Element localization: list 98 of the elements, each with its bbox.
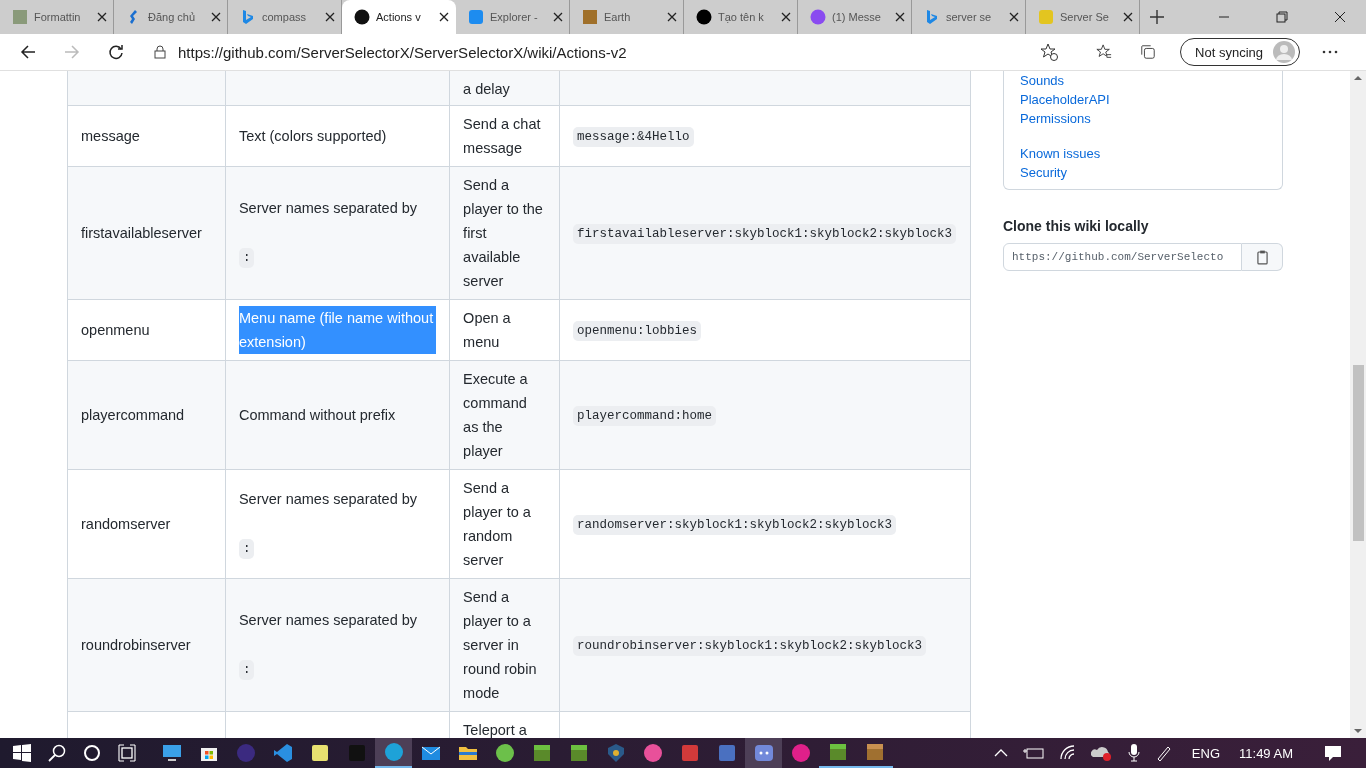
notification-icon[interactable] (1324, 744, 1342, 762)
inline-code: openmenu:lobbies (573, 321, 701, 341)
battery-icon[interactable] (1022, 747, 1045, 759)
scroll-down-icon[interactable] (1354, 728, 1362, 734)
monitor-icon (161, 743, 182, 763)
start-icon[interactable] (13, 744, 31, 762)
inline-code: randomserver:skyblock1:skyblock2:skyblock3 (573, 515, 897, 535)
url-text: https://github.com/ServerSelectorX/ServerSelectorX/wiki/Actions-v2 (178, 43, 628, 61)
inline-code: firstavailableserver:skyblock1:skyblock2:skyblock3 (573, 224, 957, 244)
add-favorite-icon[interactable] (1040, 43, 1059, 61)
new-tab-icon[interactable] (1150, 10, 1164, 24)
inline-code: : (238, 660, 255, 680)
table-cell: playercommand (81, 407, 185, 423)
table-cell-text: Server names separated by (238, 611, 418, 630)
table-cell: Send a chat message (463, 116, 541, 156)
close-icon[interactable] (1123, 12, 1133, 22)
back-icon[interactable] (20, 44, 36, 60)
tab-title: server se (946, 11, 993, 23)
table-cell: Send a player to the first available server (463, 177, 543, 289)
tab-title: compass (262, 11, 308, 23)
shield-icon (605, 743, 626, 763)
close-icon[interactable] (1009, 12, 1019, 22)
scrollbar[interactable] (1350, 71, 1366, 738)
table-cell: firstavailableserver (81, 225, 202, 241)
reload-icon[interactable] (108, 44, 124, 60)
table-cell: openmenu (81, 322, 150, 338)
browser-tab[interactable]: Actions v (342, 0, 456, 34)
collections-icon[interactable] (1140, 44, 1157, 60)
wiki-page-link[interactable]: Permissions (1020, 109, 1266, 128)
clone-heading: Clone this wiki locally (1003, 218, 1150, 234)
inline-code: : (238, 539, 255, 559)
inline-code: roundrobinserver:skyblock1:skyblock2:skyblock3 (573, 636, 927, 656)
tab-title: Actions v (376, 11, 422, 23)
microphone-icon[interactable] (1127, 744, 1140, 762)
table-cell: message (81, 128, 140, 144)
scrollbar-thumb[interactable] (1352, 365, 1364, 541)
inline-code: message:&4Hello (573, 127, 694, 147)
bing-icon (240, 9, 256, 25)
grass-block-icon (827, 742, 848, 762)
close-icon[interactable] (553, 12, 563, 22)
search-icon[interactable] (48, 744, 66, 762)
wiki-page-link[interactable]: Known issues (1020, 144, 1266, 163)
cloud-error-icon[interactable] (1090, 745, 1113, 761)
table-cell: Menu name (file name without extension) (238, 306, 437, 354)
tab-title: Đăng chủ (148, 11, 197, 23)
close-icon[interactable] (97, 12, 107, 22)
table-cell: a delay (463, 81, 510, 97)
scroll-up-icon[interactable] (1354, 75, 1362, 81)
chevron-up-icon[interactable] (993, 749, 1008, 757)
avatar-icon (1273, 41, 1295, 63)
table-cell: Teleport a (463, 722, 527, 738)
copy-button[interactable] (1242, 243, 1283, 271)
close-icon[interactable] (781, 12, 791, 22)
grass-block-icon (531, 743, 552, 763)
table-cell: roundrobinserver (81, 637, 191, 653)
close-icon[interactable] (1334, 11, 1346, 23)
favorites-icon[interactable] (1096, 44, 1113, 60)
restore-icon[interactable] (1276, 11, 1288, 23)
table-cell: Execute a command as the player (463, 371, 528, 459)
tab-title: (1) Messe (832, 11, 882, 23)
cortana-icon[interactable] (83, 744, 101, 762)
close-icon[interactable] (325, 12, 335, 22)
table-cell: Open a menu (463, 310, 511, 350)
clock[interactable]: 11:49 AM (1239, 745, 1293, 761)
close-icon[interactable] (211, 12, 221, 22)
clipboard-icon (1256, 249, 1268, 265)
close-icon[interactable] (667, 12, 677, 22)
wiki-page-link[interactable]: Security (1020, 163, 1266, 182)
inline-code: playercommand:home (573, 406, 716, 426)
table-cell-text: Server names separated by (238, 490, 418, 509)
table-cell-text: Command without prefix (238, 406, 396, 425)
tab-title: Server Se (1060, 11, 1110, 23)
code-editor-icon (272, 743, 293, 763)
sync-button[interactable]: Not syncing (1180, 38, 1300, 66)
table-cell-text: Server names separated by (238, 199, 418, 218)
grass-block-icon (568, 743, 589, 763)
table-cell: Send a player to a server in round robin mode (463, 589, 537, 701)
close-icon[interactable] (439, 12, 449, 22)
lock-icon (154, 45, 166, 59)
clone-url-field[interactable]: https://github.com/ServerSelecto (1003, 243, 1242, 271)
wiki-page-link[interactable]: PlaceholderAPI (1020, 90, 1266, 109)
tab-title: Formattin (34, 11, 82, 23)
crate-icon (864, 742, 885, 762)
discord-icon (753, 743, 774, 763)
tab-title: Explorer - (490, 11, 539, 23)
language-indicator[interactable]: ENG (1191, 745, 1221, 761)
inline-code: : (238, 248, 255, 268)
table-cell: randomserver (81, 516, 171, 532)
bing-icon (924, 9, 940, 25)
task-view-icon[interactable] (118, 744, 136, 762)
tab-title: Earth (604, 11, 632, 23)
wifi-icon[interactable] (1059, 745, 1076, 761)
table-cell: Send a player to a random server (463, 480, 531, 568)
wiki-page-link[interactable]: Sounds (1020, 71, 1266, 90)
tab-title: Tạo tên k (718, 11, 765, 23)
round-app-icon (790, 743, 811, 763)
close-icon[interactable] (895, 12, 905, 22)
table-cell-text: Text (colors supported) (238, 127, 387, 146)
